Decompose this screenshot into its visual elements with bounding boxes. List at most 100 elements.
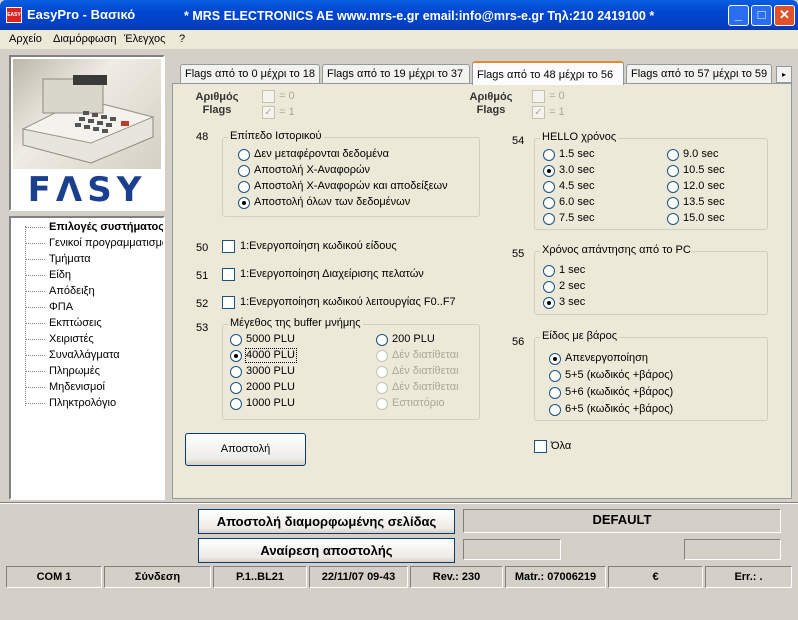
flag56-option-2-radio[interactable] bbox=[549, 387, 561, 399]
flag55-option-0-radio[interactable] bbox=[543, 265, 555, 277]
tree-item[interactable]: Συναλλάγματα bbox=[49, 349, 120, 361]
flag54-left-3-radio[interactable] bbox=[543, 197, 555, 209]
tree-item[interactable]: Απόδειξη bbox=[49, 285, 95, 297]
tree-item[interactable]: Πληκτρολόγιο bbox=[49, 397, 116, 409]
tab-flags-57-59[interactable]: Flags από το 57 μέχρι το 59 bbox=[626, 64, 772, 84]
menu-help[interactable]: ? bbox=[179, 33, 185, 45]
all-checkbox[interactable] bbox=[534, 440, 547, 453]
tree-root-system-options[interactable]: Επιλογές συστήματος bbox=[49, 221, 163, 233]
flag53-right-3-radio bbox=[376, 382, 388, 394]
flag54-left-4-radio[interactable] bbox=[543, 213, 555, 225]
flag53-4000-plu-radio[interactable] bbox=[230, 350, 242, 362]
flag53-right-4-radio bbox=[376, 398, 388, 410]
flag48-option-2-radio[interactable] bbox=[238, 181, 250, 193]
flag54-right-3-radio[interactable] bbox=[667, 197, 679, 209]
window-title: EasyPro - Βασικό bbox=[27, 7, 136, 22]
flag54-left-0-radio[interactable] bbox=[543, 149, 555, 161]
cancel-send-button[interactable]: Αναίρεση αποστολής bbox=[198, 538, 455, 563]
tab-flags-0-18[interactable]: Flags από το 0 μέχρι το 18 bbox=[180, 64, 320, 84]
flag53-right-1-radio bbox=[376, 350, 388, 362]
flag53-right-2-radio bbox=[376, 366, 388, 378]
tree-item[interactable]: Είδη bbox=[49, 269, 71, 281]
flag55-option-1-label: 2 sec bbox=[559, 280, 586, 292]
flag55-option-1-radio[interactable] bbox=[543, 281, 555, 293]
flag54-right-2-radio[interactable] bbox=[667, 181, 679, 193]
flag54-right-4-radio[interactable] bbox=[667, 213, 679, 225]
legend-eq1: = 1 bbox=[279, 106, 295, 118]
flag53-3000-plu-radio[interactable] bbox=[230, 366, 242, 378]
flag55-title: Χρόνος απάντησης από το PC bbox=[540, 244, 693, 256]
flag53-2000-plu-radio[interactable] bbox=[230, 382, 242, 394]
tab-flags-19-37[interactable]: Flags από το 19 μέχρι το 37 bbox=[322, 64, 470, 84]
flag50-checkbox[interactable] bbox=[222, 240, 235, 253]
status-matr: Matr.: 07006219 bbox=[505, 566, 606, 588]
flag53-5000-plu-radio[interactable] bbox=[230, 334, 242, 346]
flag53-1000-plu-radio[interactable] bbox=[230, 398, 242, 410]
tree-item[interactable]: ΦΠΑ bbox=[49, 301, 73, 313]
flag52-checkbox[interactable] bbox=[222, 296, 235, 309]
send-button[interactable]: Αποστολή bbox=[185, 433, 306, 466]
cash-register-image bbox=[13, 59, 161, 169]
flag56-option-2-label: 5+6 (κωδικός +βάρος) bbox=[565, 386, 674, 398]
flag53-5000-plu-label: 5000 PLU bbox=[246, 333, 295, 345]
flag53-3000-plu-label: 3000 PLU bbox=[246, 365, 295, 377]
flag54-title: HELLO χρόνος bbox=[540, 131, 619, 143]
status-errors: Err.: . bbox=[705, 566, 792, 588]
send-page-button[interactable]: Αποστολή διαμορφωμένης σελίδας bbox=[198, 509, 455, 534]
flag51-checkbox[interactable] bbox=[222, 268, 235, 281]
tree-item[interactable]: Μηδενισμοί bbox=[49, 381, 105, 393]
flag55-option-0-label: 1 sec bbox=[559, 264, 586, 276]
flag54-right-2-label: 12.0 sec bbox=[683, 180, 725, 192]
legend-eq0-right: = 0 bbox=[549, 90, 565, 102]
flag53-2000-plu-label: 2000 PLU bbox=[246, 381, 295, 393]
menu-check[interactable]: Έλεγχος bbox=[124, 33, 165, 45]
flag54-right-0-radio[interactable] bbox=[667, 149, 679, 161]
flag54-left-2-label: 4.5 sec bbox=[559, 180, 595, 192]
flag54-left-1-radio[interactable] bbox=[543, 165, 555, 177]
minimize-button[interactable]: _ bbox=[728, 5, 749, 26]
flag48-option-0-radio[interactable] bbox=[238, 149, 250, 161]
menu-configuration[interactable]: Διαμόρφωση bbox=[53, 33, 117, 45]
flag53-right-0-radio[interactable] bbox=[376, 334, 388, 346]
flag56-option-0-radio[interactable] bbox=[549, 353, 561, 365]
legend-checked-checkbox-right: ✓ bbox=[532, 106, 545, 119]
window-footer bbox=[0, 592, 798, 620]
all-label: Όλα bbox=[551, 440, 572, 452]
flag48-option-3-radio[interactable] bbox=[238, 197, 250, 209]
close-button[interactable]: ✕ bbox=[774, 5, 795, 26]
tree-item[interactable]: Τμήματα bbox=[49, 253, 91, 265]
flag48-option-0-label: Δεν μεταφέρονται δεδομένα bbox=[254, 148, 389, 160]
tab-scroll-icon[interactable]: ▸ bbox=[776, 66, 792, 83]
flag48-option-2-label: Αποστολή Χ-Αναφορών και αποδείξεων bbox=[254, 180, 448, 192]
flag54-right-4-label: 15.0 sec bbox=[683, 212, 725, 224]
flag51-number: 51 bbox=[196, 270, 209, 282]
flag53-right-0-label: 200 PLU bbox=[392, 333, 435, 345]
maximize-button[interactable]: □ bbox=[751, 5, 772, 26]
flag52-label: 1:Ενεργοποίηση κωδικού λειτουργίας F0..F… bbox=[240, 296, 456, 308]
flag54-right-0-label: 9.0 sec bbox=[683, 148, 719, 160]
flag55-option-2-radio[interactable] bbox=[543, 297, 555, 309]
tree-item[interactable]: Πληρωμές bbox=[49, 365, 100, 377]
menu-file[interactable]: Αρχείο bbox=[9, 33, 42, 45]
flag55-number: 55 bbox=[512, 248, 525, 260]
easy-logo: FΛSY bbox=[27, 170, 147, 210]
flag54-left-4-label: 7.5 sec bbox=[559, 212, 595, 224]
tree-item[interactable]: Εκπτώσεις bbox=[49, 317, 102, 329]
flag54-right-1-radio[interactable] bbox=[667, 165, 679, 177]
flag54-number: 54 bbox=[512, 135, 525, 147]
app-icon[interactable]: EASY bbox=[6, 7, 22, 23]
legend-eq0: = 0 bbox=[279, 90, 295, 102]
status-com: COM 1 bbox=[6, 566, 102, 588]
flag56-option-1-radio[interactable] bbox=[549, 370, 561, 382]
flag54-left-2-radio[interactable] bbox=[543, 181, 555, 193]
flag53-title: Μέγεθος της buffer μνήμης bbox=[228, 317, 363, 329]
default-display: DEFAULT bbox=[463, 509, 781, 533]
tree-item[interactable]: Χειριστές bbox=[49, 333, 94, 345]
flag56-option-0-label: Απενεργοποίηση bbox=[565, 352, 648, 364]
tree-item[interactable]: Γενικοί προγραμματισμοί bbox=[49, 237, 163, 249]
flag56-option-3-radio[interactable] bbox=[549, 404, 561, 416]
flag53-right-3-label: Δέν διατίθεται bbox=[392, 381, 459, 393]
status-datetime: 22/11/07 09-43 bbox=[309, 566, 408, 588]
tab-flags-48-56[interactable]: Flags από το 48 μέχρι το 56 bbox=[472, 61, 624, 85]
flag48-option-1-radio[interactable] bbox=[238, 165, 250, 177]
